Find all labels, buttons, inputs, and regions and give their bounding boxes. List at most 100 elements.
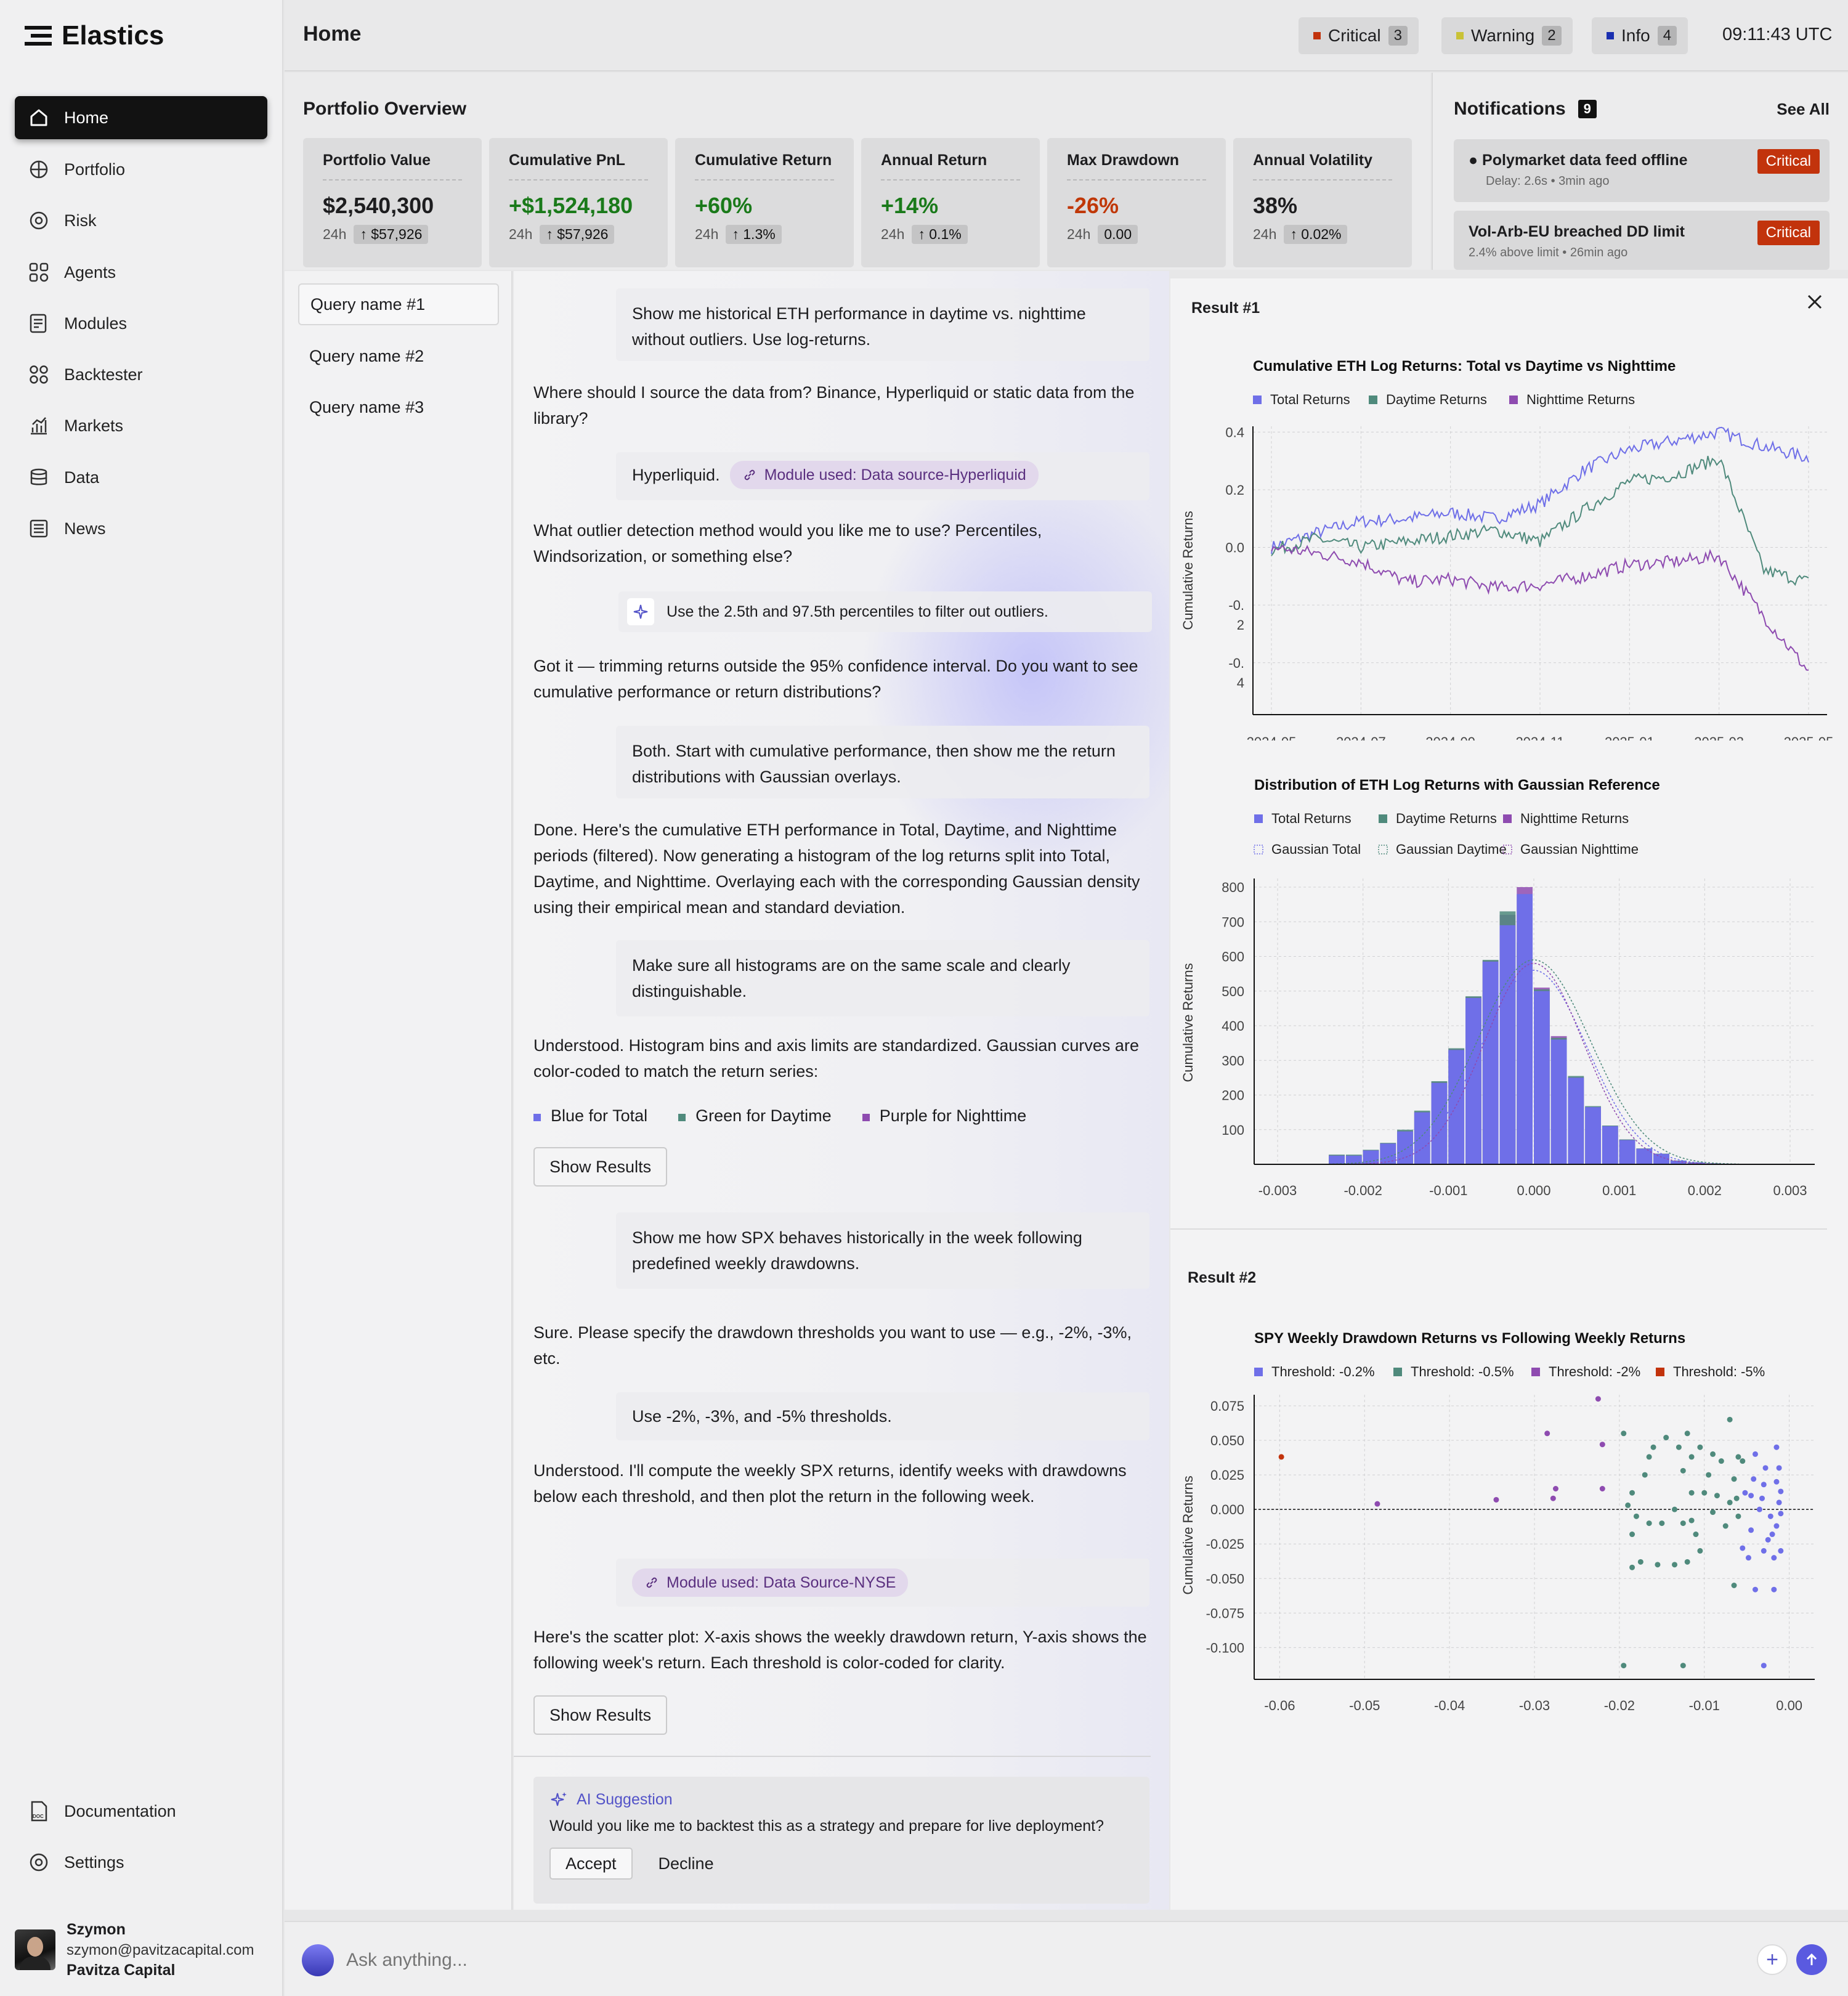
query-item[interactable]: Query name #2 (298, 335, 499, 377)
kpi-card-annual-volatility[interactable]: Annual Volatility 38% 24h ↑ 0.02% (1233, 138, 1412, 267)
x-tick-label: 0.001 (1602, 1183, 1636, 1198)
user-message: Show me historical ETH performance in da… (616, 288, 1149, 361)
sidebar-item-home[interactable]: Home (15, 96, 267, 139)
alert-chip-info[interactable]: Info 4 (1592, 17, 1688, 54)
x-tick-label: -0.06 (1264, 1698, 1295, 1713)
x-tick-label: 0.000 (1517, 1183, 1550, 1198)
settings-icon (30, 1853, 48, 1872)
kpi-period: 24h (695, 226, 719, 242)
kpi-card-max-drawdown[interactable]: Max Drawdown -26% 24h 0.00 (1047, 138, 1226, 267)
sidebar-item-modules[interactable]: Modules (15, 302, 267, 345)
scatter-point (1659, 1520, 1665, 1527)
scatter-point (1676, 1444, 1682, 1450)
legend-item: Green for Daytime (678, 1106, 832, 1126)
scatter-point (1688, 1517, 1695, 1523)
module-badge[interactable]: Module used: Data source-Hyperliquid (729, 461, 1039, 489)
query-item[interactable]: Query name #1 (298, 283, 499, 325)
agents-icon (29, 262, 49, 282)
kpi-period: 24h (509, 226, 533, 242)
assistant-message: Understood. Histogram bins and axis limi… (533, 1036, 1139, 1081)
info-square-icon (1607, 32, 1614, 39)
y-tick-label: -0. (1228, 655, 1244, 671)
plus-icon: + (1766, 1947, 1778, 1971)
kpi-card-annual-return[interactable]: Annual Return +14% 24h ↑ 0.1% (861, 138, 1040, 267)
sidebar-item-risk[interactable]: Risk (15, 199, 267, 242)
sidebar-item-news[interactable]: News (15, 507, 267, 550)
assistant-message: Where should I source the data from? Bin… (533, 383, 1135, 428)
scatter-point (1374, 1501, 1380, 1507)
chip-count: 4 (1657, 26, 1677, 46)
notification-item[interactable]: ● Polymarket data feed offline Delay: 2.… (1454, 139, 1830, 202)
risk-icon (30, 211, 48, 230)
sidebar-item-backtester[interactable]: Backtester (15, 353, 267, 396)
sidebar-item-agents[interactable]: Agents (15, 251, 267, 294)
app-logo[interactable]: Elastics (25, 18, 164, 53)
x-tick-label: 2025-03 (1694, 734, 1744, 740)
scatter-point (1710, 1509, 1716, 1515)
scatter-point (1693, 1531, 1699, 1538)
x-tick-label: 0.002 (1688, 1183, 1722, 1198)
user-profile[interactable]: Szymon szymon@pavitzacapital.com Pavitza… (15, 1919, 274, 1981)
sidebar-item-data[interactable]: Data (15, 456, 267, 499)
chip-count: 2 (1542, 26, 1562, 46)
cumulative-returns-chart: Cumulative ETH Log Returns: Total vs Day… (1180, 358, 1833, 740)
home-icon (30, 109, 47, 126)
scatter-point (1740, 1545, 1746, 1551)
green-square-icon (678, 1114, 686, 1121)
legend-label: Threshold: -2% (1549, 1364, 1640, 1379)
kpi-card-portfolio-value[interactable]: Portfolio Value $2,540,300 24h ↑ $57,926 (303, 138, 482, 267)
decline-button[interactable]: Decline (644, 1848, 729, 1880)
accept-button[interactable]: Accept (549, 1848, 633, 1880)
notifications-count: 9 (1578, 100, 1597, 118)
y-tick-label: 500 (1222, 984, 1244, 999)
alert-chip-critical[interactable]: Critical 3 (1299, 17, 1419, 54)
total-bar (1602, 1126, 1618, 1164)
scatter-point (1688, 1454, 1695, 1460)
scatter-point (1680, 1520, 1686, 1527)
send-button[interactable] (1796, 1944, 1827, 1975)
assistant-message: Got it — trimming returns outside the 95… (533, 657, 1138, 701)
total-bar (1585, 1107, 1601, 1164)
kpi-value: 38% (1253, 193, 1298, 218)
scatter-point (1697, 1548, 1703, 1554)
notification-item[interactable]: Vol-Arb-EU breached DD limit 2.4% above … (1454, 211, 1830, 270)
add-attachment-button[interactable]: + (1757, 1944, 1788, 1975)
sidebar-item-portfolio[interactable]: Portfolio (15, 148, 267, 191)
sidebar-item-settings[interactable]: Settings (15, 1841, 267, 1884)
legend-swatch-icon (1254, 845, 1263, 854)
legend-swatch-icon (1253, 396, 1262, 404)
ask-input[interactable] (346, 1943, 1701, 1978)
page-title: Home (303, 22, 362, 46)
svg-text:DOC: DOC (33, 1814, 44, 1819)
avatar (15, 1929, 55, 1970)
x-tick-label: -0.05 (1349, 1698, 1380, 1713)
user-message: Hyperliquid. Module used: Data source-Hy… (616, 452, 1149, 500)
query-list: Query name #1 Query name #2 Query name #… (285, 271, 513, 1910)
close-icon[interactable] (1805, 292, 1825, 312)
scatter-point (1697, 1444, 1703, 1450)
total-bar (1329, 1155, 1345, 1164)
see-all-link[interactable]: See All (1777, 100, 1830, 119)
show-results-button[interactable]: Show Results (533, 1147, 668, 1187)
legend-label: Total Returns (1270, 392, 1350, 407)
query-item[interactable]: Query name #3 (298, 386, 499, 428)
divider (1170, 1228, 1827, 1230)
kpi-card-cumulative-pnl[interactable]: Cumulative PnL +$1,524,180 24h ↑ $57,926 (489, 138, 668, 267)
sidebar-item-markets[interactable]: Markets (15, 404, 267, 447)
x-tick-label: 0.00 (1776, 1698, 1802, 1713)
legend-swatch-icon (1254, 814, 1263, 823)
top-header: Home Critical 3 Warning 2 Info 4 09:11:4… (285, 0, 1848, 71)
kpi-card-cumulative-return[interactable]: Cumulative Return +60% 24h ↑ 1.3% (675, 138, 854, 267)
y-tick-label: 0.000 (1210, 1502, 1244, 1517)
scatter-point (1778, 1488, 1784, 1495)
alert-chip-warning[interactable]: Warning 2 (1441, 17, 1573, 54)
y-tick-label: 0.2 (1225, 482, 1244, 498)
notification-detail: 2.4% above limit • 26min ago (1469, 246, 1628, 259)
scatter-point (1629, 1490, 1635, 1496)
x-tick-label: -0.003 (1258, 1183, 1297, 1198)
legend-label: Gaussian Nighttime (1520, 842, 1639, 857)
show-results-button[interactable]: Show Results (533, 1695, 668, 1735)
module-badge[interactable]: Module used: Data Source-NYSE (632, 1568, 909, 1597)
sidebar-item-documentation[interactable]: DOC Documentation (15, 1790, 267, 1833)
y-tick-label: 0.050 (1210, 1433, 1244, 1448)
